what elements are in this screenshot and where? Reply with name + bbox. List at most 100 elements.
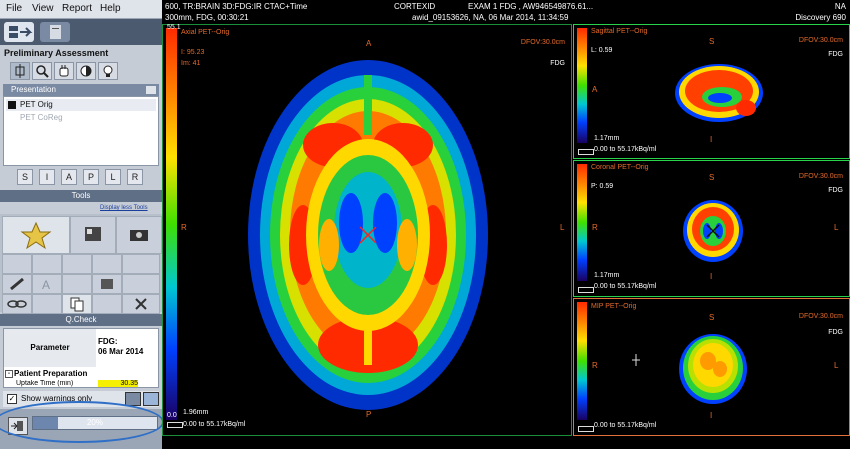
series-info: 600, TR:BRAIN 3D:FDG:IR CTAC+Time [165,2,308,11]
color-scale-bar [577,302,587,420]
svg-text:A: A [42,278,50,292]
tracer-label: FDG [828,187,843,194]
orientation-right: R [181,223,187,232]
presentation-title: Presentation [11,85,56,94]
axial-viewport[interactable]: 55.1 0.0 Axial PET--Orig I: 95.23 Im: 41… [162,24,572,436]
highlight-annotation [0,401,162,443]
list-item[interactable]: PET CoReg [6,112,156,124]
zoom-tool-button[interactable] [32,62,52,80]
sagittal-brain-image [675,64,763,122]
scale-box [578,426,594,432]
patient-date-info: awid_09153626, NA, 06 Mar 2014, 11:34:59 [412,13,569,22]
list-item-label: PET Orig [20,100,53,109]
coronal-brain-image [683,200,743,262]
circle-roi-button[interactable] [32,254,62,274]
orientation-superior: S [709,173,715,182]
intensity-range: 0.00 to 55.17kBq/ml [594,283,657,290]
link-tool-button[interactable] [2,294,32,314]
pencil-tool-button[interactable] [2,274,32,294]
orientation-anterior: A [592,85,598,94]
view-button-l[interactable]: L [105,169,121,185]
list-item[interactable]: PET Orig [6,99,156,111]
contrast-icon [80,65,92,77]
scale-box [578,287,594,293]
scale-box [167,422,183,428]
slice-location: L: 0.59 [591,47,613,54]
annotation-tool-button[interactable]: A [32,274,62,294]
view-button-i[interactable]: I [39,169,55,185]
coronal-viewport[interactable]: Coronal PET--Orig P: 0.59 DFOV:30.0cm FD… [573,160,850,297]
sphere-tool-button[interactable] [92,294,122,314]
orientation-left: L [834,223,839,232]
bulb-icon [103,65,113,77]
menu-view[interactable]: View [32,3,54,14]
grid-tools-icon [9,26,33,38]
presentation-list: PET Orig PET CoReg [3,96,159,166]
display-less-tools-link[interactable]: Display less Tools [100,205,148,211]
orientation-inferior: I [710,272,713,281]
parameter-header: Parameter [4,329,96,367]
intensity-range: 0.00 to 55.17kBq/ml [594,422,657,429]
color-scale-bar [577,164,587,281]
menu-report[interactable]: Report [62,3,92,14]
scale-max: 55.1 [167,24,181,31]
orientation-right: R [592,361,598,370]
institution: NA [834,2,846,11]
copy-icon [70,297,84,312]
scale-min: 0.0 [167,412,177,419]
export-icon[interactable] [143,392,159,406]
light-tool-button[interactable] [98,62,118,80]
close-tool-button[interactable] [122,294,160,314]
list-item-label: PET CoReg [20,113,63,122]
grid-tool-button[interactable] [32,294,62,314]
camera-tool-button[interactable] [116,216,162,254]
qc-group-row[interactable]: - Patient Preparation [4,369,158,379]
line-tool-button[interactable] [62,274,92,294]
intensity-range: 0.00 to 55.17kBq/ml [183,421,246,428]
star-icon [20,221,52,250]
camera-icon [130,230,148,241]
cut-tool-button[interactable] [122,254,160,274]
select-tool-button[interactable] [10,62,30,80]
window-level-button[interactable] [76,62,96,80]
acquisition-info: 300mm, FDG, 00:30:21 [165,13,249,22]
view-button-s[interactable]: S [17,169,33,185]
tracer-label: FDG [550,60,565,67]
viewport-title: MIP PET--Orig [591,303,637,310]
pan-tool-button[interactable] [54,62,74,80]
qcheck-header: Q.Check [0,314,162,326]
slice-thickness: 1.17mm [594,135,620,142]
freehand-roi-button[interactable] [92,254,122,274]
layout-tool-button[interactable] [70,216,116,254]
folder-icon[interactable] [146,86,156,94]
tools-header: Tools [0,190,162,202]
tab-report[interactable] [40,22,70,42]
menu-help[interactable]: Help [100,3,121,14]
copy-tool-button[interactable] [62,294,92,314]
favorite-tool-button[interactable] [2,216,70,254]
gradient-icon [101,279,113,289]
tab-assessment[interactable] [4,22,34,42]
qc-row-label: Uptake Time (min) [16,380,74,387]
mip-viewport[interactable]: MIP PET--Orig DFOV:30.0cm FDG S R L I 0.… [573,298,850,436]
orientation-superior: S [709,37,715,46]
view-button-r[interactable]: R [127,169,143,185]
reset-tool-button[interactable] [122,274,160,294]
cursor-icon [632,354,640,366]
axial-brain-image [248,60,488,410]
application-name: CORTEXID [394,2,436,11]
orientation-left: L [560,223,565,232]
menu-file[interactable]: File [6,3,22,14]
rect-roi-button[interactable] [62,254,92,274]
magnifier-icon [36,65,49,78]
show-warnings-checkbox[interactable]: ✓ [7,394,17,404]
view-button-p[interactable]: P [83,169,99,185]
collapse-icon[interactable]: - [5,370,13,378]
dfov-label: DFOV:30.0cm [798,37,843,44]
sagittal-viewport[interactable]: Sagittal PET--Orig L: 0.59 DFOV:30.0cm F… [573,24,850,159]
ellipse-roi-button[interactable] [2,254,32,274]
pet-series-icon [8,101,16,109]
view-button-a[interactable]: A [61,169,77,185]
layout-icon [85,227,101,241]
histogram-tool-button[interactable] [92,274,122,294]
